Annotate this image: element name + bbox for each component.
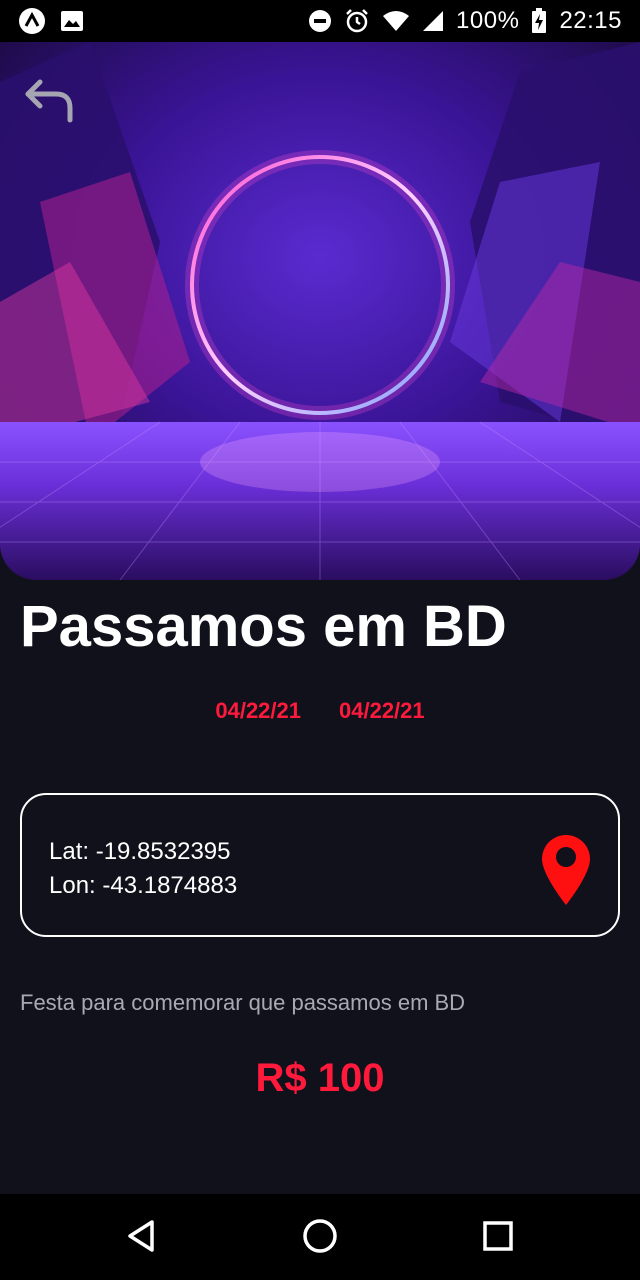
- event-cover-image: [0, 42, 640, 580]
- navigation-bar: [0, 1194, 640, 1280]
- status-bar-left: [18, 7, 84, 35]
- battery-percentage: 100%: [456, 7, 520, 34]
- back-arrow-icon: [25, 79, 73, 123]
- alarm-icon: [346, 9, 368, 33]
- clock: 22:15: [559, 7, 622, 34]
- nav-back-button[interactable]: [120, 1214, 164, 1258]
- status-bar: 100% 22:15: [0, 0, 640, 42]
- event-description: Festa para comemorar que passamos em BD: [20, 990, 466, 1015]
- signal-icon: [423, 11, 444, 31]
- home-circle-icon: [303, 1219, 337, 1253]
- back-button[interactable]: [22, 76, 78, 126]
- latitude-text: Lat: -19.8532395: [49, 838, 231, 865]
- app-notification-icon: [19, 8, 45, 34]
- nav-home-button[interactable]: [298, 1214, 342, 1258]
- status-bar-right: 100% 22:15: [308, 7, 622, 35]
- event-price: R$ 100: [255, 1056, 385, 1100]
- battery-charging-icon: [532, 8, 547, 33]
- longitude-text: Lon: -43.1874883: [49, 872, 238, 899]
- event-dates: 04/22/21 04/22/21: [0, 698, 640, 724]
- wifi-icon: [383, 11, 410, 31]
- event-title: Passamos em BD: [20, 594, 507, 659]
- nav-recents-button[interactable]: [476, 1214, 520, 1258]
- end-date: 04/22/21: [339, 698, 425, 723]
- image-notification-icon: [61, 11, 83, 31]
- start-date: 04/22/21: [215, 698, 301, 723]
- dnd-icon: [309, 10, 332, 32]
- map-pin-button[interactable]: [540, 833, 592, 907]
- location-card[interactable]: Lat: -19.8532395 Lon: -43.1874883: [20, 793, 620, 937]
- map-pin-icon: [542, 835, 590, 905]
- back-triangle-icon: [128, 1220, 154, 1252]
- recents-square-icon: [483, 1221, 513, 1251]
